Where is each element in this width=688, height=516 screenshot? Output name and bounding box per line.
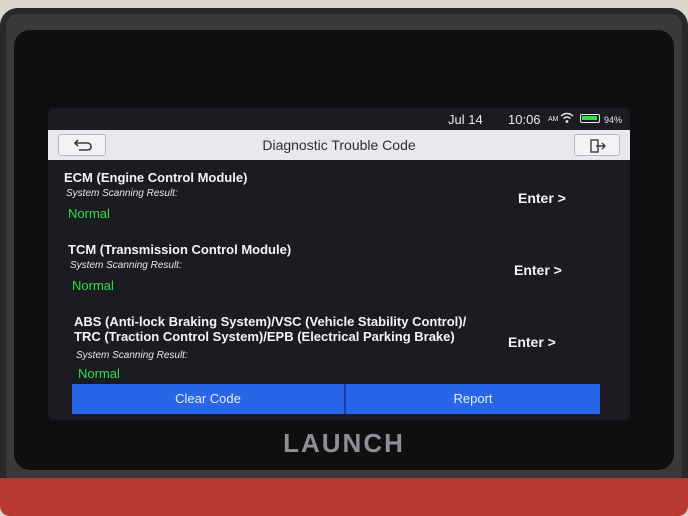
bottom-action-bar: Clear Code Report [72,384,600,414]
status-time: 10:06 [508,112,541,127]
device-bumper [0,478,688,516]
report-button[interactable]: Report [346,384,600,414]
title-bar: Diagnostic Trouble Code [48,130,630,160]
wifi-icon [560,112,574,123]
clear-code-button[interactable]: Clear Code [72,384,344,414]
brand-logo: LAUNCH [283,428,405,458]
exit-button[interactable] [574,134,620,156]
battery-percent: 94% [604,115,623,125]
page-title: Diagnostic Trouble Code [262,137,416,153]
status-bar: Jul 14 10:06 AM 94% [48,108,630,130]
scan-result: Normal [72,278,114,293]
module-ecm[interactable]: ECM (Engine Control Module) System Scann… [48,164,630,232]
screen: Jul 14 10:06 AM 94% Diagnostic Trouble C… [48,108,630,420]
back-arrow-icon [73,139,92,151]
module-name: ABS (Anti-lock Braking System)/VSC (Vehi… [74,314,467,344]
back-button[interactable] [58,134,106,156]
exit-icon [590,139,606,153]
enter-button[interactable]: Enter > [518,190,566,206]
enter-button[interactable]: Enter > [508,334,556,350]
module-tcm[interactable]: TCM (Transmission Control Module) System… [48,236,630,304]
status-ampm: AM [548,116,559,123]
module-name: ECM (Engine Control Module) [64,170,248,185]
module-name: TCM (Transmission Control Module) [68,242,292,257]
scan-result: Normal [68,206,110,221]
scan-label: System Scanning Result: [66,188,178,199]
scan-label: System Scanning Result: [76,350,188,361]
status-date: Jul 14 [448,112,483,127]
scan-label: System Scanning Result: [70,260,182,271]
module-abs[interactable]: ABS (Anti-lock Braking System)/VSC (Vehi… [48,308,630,384]
scan-result: Normal [78,366,120,381]
battery-icon [580,114,600,123]
enter-button[interactable]: Enter > [514,262,562,278]
